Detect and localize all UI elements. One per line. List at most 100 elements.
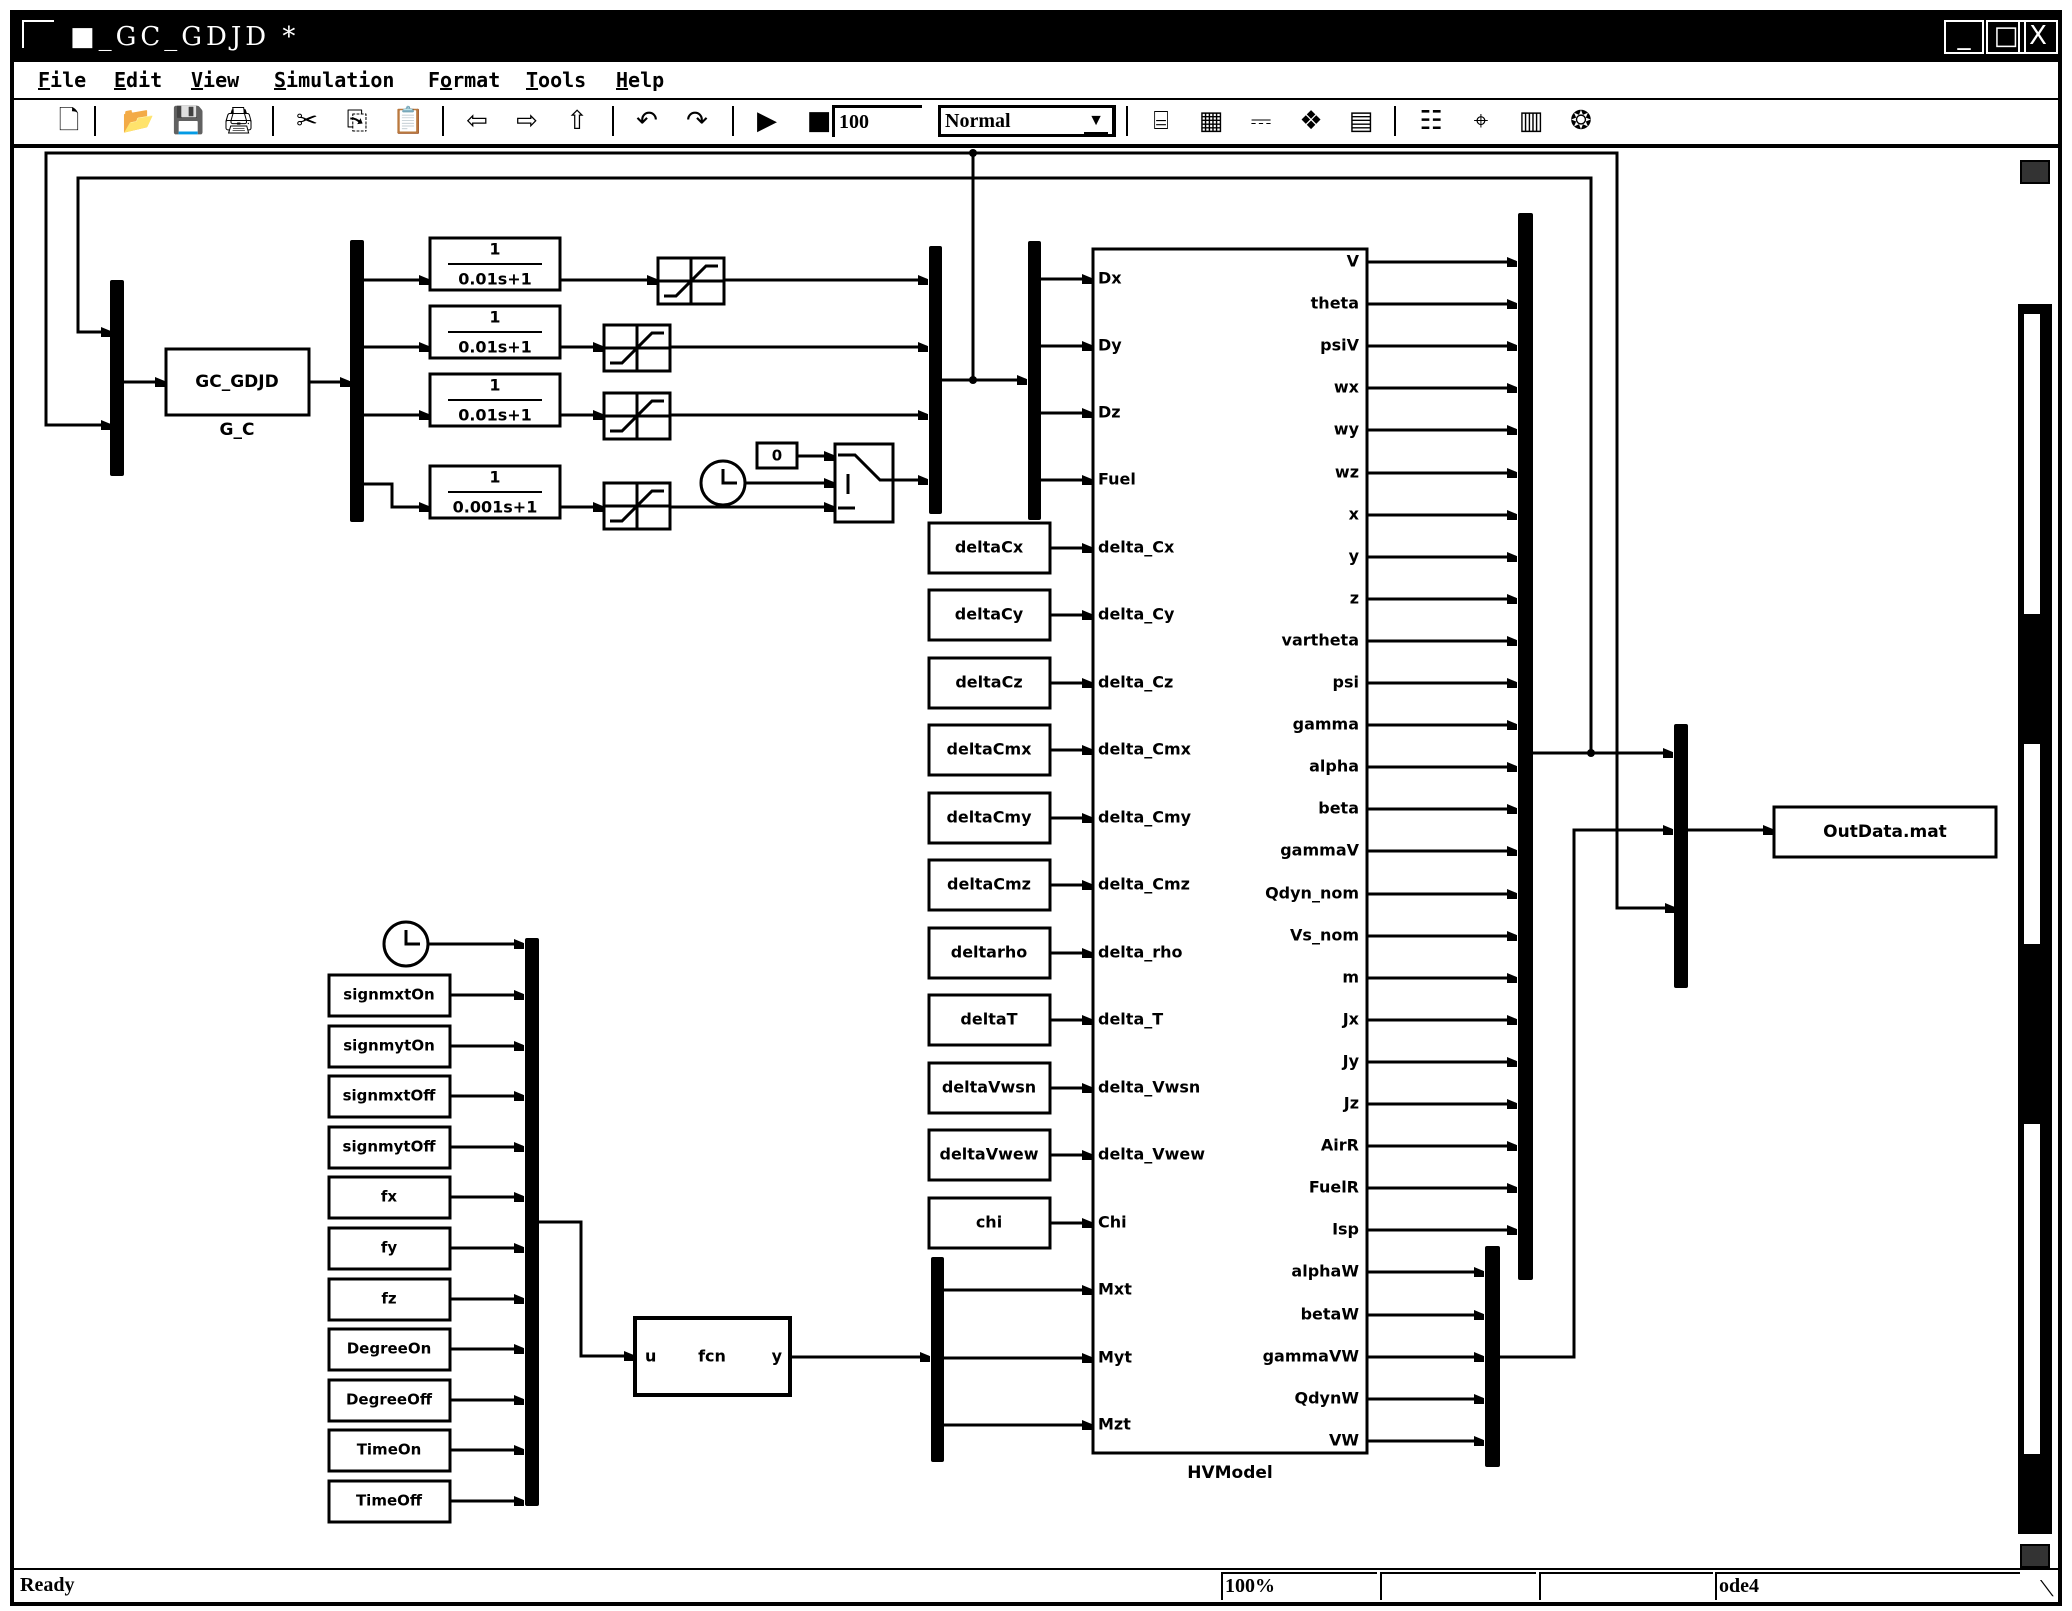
tf-denominator: 0.01s+1 bbox=[458, 338, 532, 357]
hv-output-port-FuelR: FuelR bbox=[1309, 1178, 1359, 1197]
hv-input-port-Mxt: Mxt bbox=[1098, 1280, 1132, 1299]
constant-label: deltaVwew bbox=[939, 1145, 1038, 1164]
hv-model-block[interactable]: Dx Dy Dz Fuel delta_Cx delta_Cy delta_Cz delta_… bbox=[1091, 247, 1369, 1455]
hv-input-port-delta_Cz: delta_Cz bbox=[1098, 673, 1173, 692]
hv-output-port-V: V bbox=[1347, 252, 1360, 271]
constant-DegreeOn[interactable]: DegreeOn bbox=[327, 1327, 452, 1372]
demux-d-signals[interactable] bbox=[1028, 241, 1041, 520]
tf-denominator: 0.001s+1 bbox=[453, 498, 538, 517]
demux-controls[interactable] bbox=[350, 240, 364, 522]
constant-label: deltaCy bbox=[955, 605, 1024, 624]
hv-output-port-x: x bbox=[1349, 505, 1360, 524]
hv-input-port-Chi: Chi bbox=[1098, 1213, 1127, 1232]
hv-input-port-delta_Vwsn: delta_Vwsn bbox=[1098, 1078, 1200, 1097]
switch-block[interactable] bbox=[833, 442, 895, 524]
transfer-fcn-2[interactable]: 1 0.01s+1 bbox=[428, 304, 562, 360]
hv-input-port-delta_Cmz: delta_Cmz bbox=[1098, 875, 1190, 894]
constant-TimeOn[interactable]: TimeOn bbox=[327, 1428, 452, 1473]
hv-output-port-y: y bbox=[1349, 547, 1360, 566]
mux-input[interactable] bbox=[110, 280, 124, 476]
constant-signmxtOn[interactable]: signmxtOn bbox=[327, 973, 452, 1018]
hv-input-port-Mzt: Mzt bbox=[1098, 1415, 1131, 1434]
constant-label: signmxtOn bbox=[343, 986, 434, 1004]
constant-deltaCx[interactable]: deltaCx bbox=[927, 521, 1052, 575]
hv-output-port-Jy: Jy bbox=[1342, 1052, 1360, 1071]
mux-final[interactable] bbox=[1674, 724, 1688, 988]
constant-label: chi bbox=[976, 1213, 1002, 1232]
constant-label: deltaCx bbox=[955, 538, 1024, 557]
constant-label: deltaCz bbox=[955, 673, 1022, 692]
constant-value: 0 bbox=[772, 447, 782, 465]
hv-output-port-psi: psi bbox=[1333, 673, 1359, 692]
constant-label: fy bbox=[381, 1239, 398, 1257]
constant-deltaCmy[interactable]: deltaCmy bbox=[927, 791, 1052, 845]
saturation-block-4[interactable] bbox=[602, 481, 672, 531]
fcn-label: fcn bbox=[698, 1347, 726, 1366]
constant-label: deltaT bbox=[960, 1010, 1017, 1029]
tf-numerator: 1 bbox=[489, 376, 500, 395]
clock-block-2[interactable] bbox=[382, 920, 430, 968]
mux-wind-outputs[interactable] bbox=[1485, 1246, 1500, 1467]
constant-label: DegreeOff bbox=[346, 1391, 433, 1409]
fcn-input-port: u bbox=[645, 1347, 656, 1366]
saturation-block-3[interactable] bbox=[602, 391, 672, 441]
clock-block-1[interactable] bbox=[699, 459, 747, 507]
hv-input-port-Dx: Dx bbox=[1098, 269, 1122, 288]
branch-point bbox=[969, 376, 977, 384]
block-diagram-canvas[interactable]: GC_GDJD G_C 1 0.01s+1 1 0.01s+1 1 0.01s+1 1 0.001… bbox=[0, 0, 2072, 1611]
constant-fy[interactable]: fy bbox=[327, 1226, 452, 1271]
constant-fx[interactable]: fx bbox=[327, 1175, 452, 1220]
hv-input-port-delta_Cmx: delta_Cmx bbox=[1098, 740, 1192, 759]
hv-input-port-Fuel: Fuel bbox=[1098, 470, 1136, 489]
constant-zero-block[interactable]: 0 bbox=[755, 441, 799, 470]
constant-signmxtOff[interactable]: signmxtOff bbox=[327, 1074, 452, 1119]
mux-moments[interactable] bbox=[931, 1257, 944, 1462]
hv-output-port-AirR: AirR bbox=[1321, 1136, 1359, 1155]
hv-input-port-Myt: Myt bbox=[1098, 1348, 1132, 1367]
constant-deltaCmz[interactable]: deltaCmz bbox=[927, 858, 1052, 912]
constant-label: deltaCmy bbox=[946, 808, 1032, 827]
tf-numerator: 1 bbox=[489, 308, 500, 327]
constant-label: fz bbox=[381, 1290, 397, 1308]
signal-line[interactable] bbox=[539, 1220, 633, 1356]
saturation-block-1[interactable] bbox=[656, 256, 726, 306]
hv-output-port-gammaV: gammaV bbox=[1280, 841, 1359, 860]
saturation-block-2[interactable] bbox=[602, 323, 672, 373]
constant-deltaVwsn[interactable]: deltaVwsn bbox=[927, 1061, 1052, 1115]
mux-outputs[interactable] bbox=[1518, 213, 1533, 1280]
hv-output-port-Jx: Jx bbox=[1342, 1010, 1360, 1029]
transfer-fcn-4[interactable]: 1 0.001s+1 bbox=[428, 464, 562, 520]
hv-output-port-m: m bbox=[1342, 968, 1359, 987]
mux-d-signals[interactable] bbox=[929, 246, 942, 514]
constant-signmytOff[interactable]: signmytOff bbox=[327, 1125, 452, 1170]
hv-output-port-z: z bbox=[1350, 589, 1359, 608]
constant-deltaT[interactable]: deltaT bbox=[927, 993, 1052, 1047]
constant-deltaVwew[interactable]: deltaVwew bbox=[927, 1128, 1052, 1182]
gc-gdjd-block[interactable]: GC_GDJD bbox=[164, 347, 311, 417]
hv-output-port-wz: wz bbox=[1335, 463, 1359, 482]
hv-input-port-delta_rho: delta_rho bbox=[1098, 943, 1183, 962]
hv-output-port-theta: theta bbox=[1311, 294, 1359, 313]
constant-signmytOn[interactable]: signmytOn bbox=[327, 1024, 452, 1069]
signal-line[interactable] bbox=[364, 482, 428, 507]
hv-output-port-QdynW: QdynW bbox=[1294, 1389, 1359, 1408]
constant-deltarho[interactable]: deltarho bbox=[927, 926, 1052, 980]
constant-TimeOff[interactable]: TimeOff bbox=[327, 1479, 452, 1524]
constant-chi[interactable]: chi bbox=[927, 1196, 1052, 1250]
mux-fcn-inputs[interactable] bbox=[525, 938, 539, 1506]
constant-deltaCz[interactable]: deltaCz bbox=[927, 656, 1052, 710]
constant-deltaCmx[interactable]: deltaCmx bbox=[927, 723, 1052, 777]
transfer-fcn-1[interactable]: 1 0.01s+1 bbox=[428, 236, 562, 292]
constant-label: deltaCmx bbox=[947, 740, 1033, 759]
to-file-label: OutData.mat bbox=[1823, 822, 1947, 842]
feedback-tap[interactable] bbox=[1585, 176, 1593, 753]
to-file-block[interactable]: OutData.mat bbox=[1772, 805, 1998, 859]
constant-fz[interactable]: fz bbox=[327, 1277, 452, 1322]
constant-DegreeOff[interactable]: DegreeOff bbox=[327, 1378, 452, 1423]
tf-numerator: 1 bbox=[489, 468, 500, 487]
constant-deltaCy[interactable]: deltaCy bbox=[927, 588, 1052, 642]
transfer-fcn-3[interactable]: 1 0.01s+1 bbox=[428, 372, 562, 428]
hv-output-port-Vs_nom: Vs_nom bbox=[1290, 926, 1359, 945]
fcn-block[interactable]: u fcn y bbox=[633, 1316, 792, 1397]
branch-point bbox=[1587, 749, 1595, 757]
